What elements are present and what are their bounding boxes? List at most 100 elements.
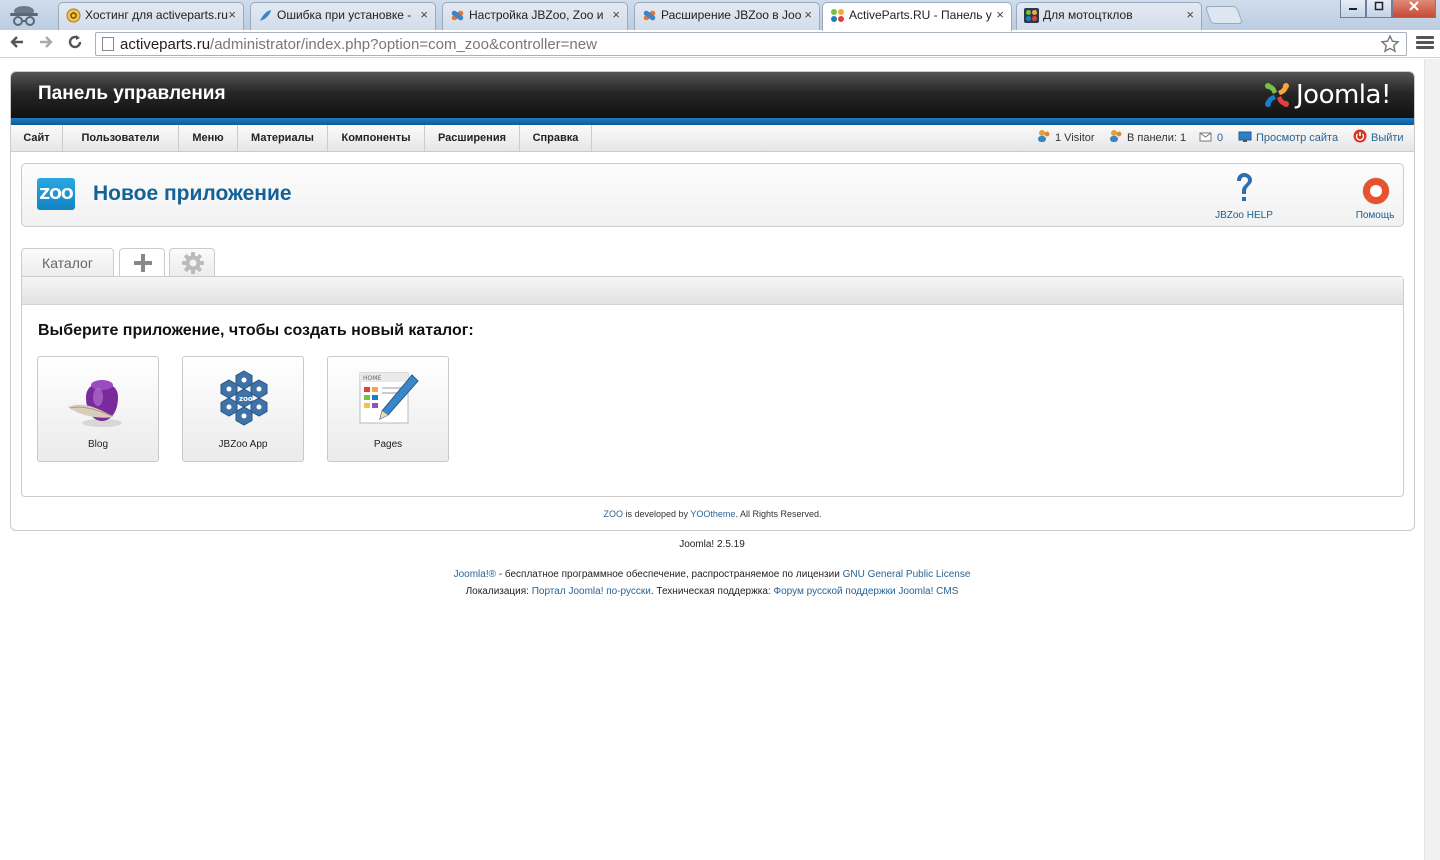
zoo-logo: ZOO: [37, 178, 75, 210]
question-mark-icon: [1237, 173, 1252, 201]
maximize-icon: [1374, 1, 1384, 11]
browser-tab[interactable]: Хостинг для activeparts.ru ×: [58, 2, 244, 30]
menu-item-content[interactable]: Материалы: [238, 125, 328, 151]
forum-link[interactable]: Форум русской поддержки Joomla! CMS: [774, 586, 959, 597]
zoo-link[interactable]: ZOO: [604, 509, 624, 519]
close-icon[interactable]: ×: [420, 3, 428, 27]
in-panel-count: В панели: 1: [1127, 132, 1187, 144]
reload-button[interactable]: [64, 33, 86, 55]
close-icon[interactable]: ×: [1186, 3, 1194, 27]
portal-link[interactable]: Портал Joomla! по-русски: [532, 586, 651, 597]
page-scrollbar[interactable]: [1424, 59, 1440, 860]
yootheme-link[interactable]: YOOtheme: [690, 509, 735, 519]
menu-item-components[interactable]: Компоненты: [328, 125, 425, 151]
app-card-blog[interactable]: Blog: [37, 356, 159, 462]
app-selection-heading: Выберите приложение, чтобы создать новый…: [38, 322, 474, 339]
minimize-button[interactable]: [1340, 0, 1366, 18]
url-text: activeparts.ru/administrator/index.php?o…: [120, 36, 597, 53]
app-card-pages[interactable]: HOME Pages: [327, 356, 449, 462]
browser-tab-title: Ошибка при установке -: [277, 8, 412, 22]
tab-settings[interactable]: [169, 248, 215, 276]
close-icon[interactable]: ×: [996, 3, 1004, 27]
menu-item-users[interactable]: Пользователи: [63, 125, 179, 151]
localization-label: Локализация:: [465, 586, 532, 597]
joomla-link[interactable]: Joomla!®: [454, 569, 496, 580]
menu-item-help[interactable]: Справка: [520, 125, 592, 151]
hexagon-cluster-icon: zoo: [220, 370, 268, 426]
close-icon[interactable]: ×: [228, 3, 236, 27]
zoo-credit: ZOO is developed by YOOtheme. All Rights…: [11, 509, 1414, 519]
lifebuoy-icon: [1362, 177, 1390, 205]
tab-add-application[interactable]: [119, 248, 165, 277]
browser-tab[interactable]: Расширение JBZoo в Joo ×: [634, 2, 820, 30]
browser-menu-icon[interactable]: [1416, 34, 1434, 52]
forward-button[interactable]: [35, 33, 57, 55]
feather-icon: [260, 10, 271, 21]
panel-header-bar: [22, 277, 1403, 305]
logout-label: Выйти: [1371, 132, 1404, 144]
license-text: - бесплатное программное обеспечение, ра…: [495, 569, 843, 580]
admin-panel: Панель управления Joomla! Сайт Пользоват…: [10, 71, 1415, 531]
status-visitors: 1 Visitor: [1037, 125, 1095, 151]
browser-tab-title: ActiveParts.RU - Панель у: [849, 8, 992, 22]
menu-item-extensions[interactable]: Расширения: [425, 125, 520, 151]
browser-tab[interactable]: Для мотоцтклов ×: [1016, 2, 1202, 30]
app-selection-panel: Выберите приложение, чтобы создать новый…: [21, 276, 1404, 497]
view-site-label: Просмотр сайта: [1256, 132, 1339, 144]
jbzoo-help-button[interactable]: JBZoo HELP: [1209, 170, 1279, 222]
star-icon[interactable]: [1380, 33, 1400, 55]
joomla-logo-text: Joomla!: [1296, 80, 1391, 110]
browser-toolbar: activeparts.ru/administrator/index.php?o…: [0, 30, 1440, 58]
toolbar-box: ZOO Новое приложение JBZoo HELP Помощь: [21, 163, 1404, 227]
menu-item-menus[interactable]: Меню: [179, 125, 238, 151]
admin-title: Панель управления: [38, 83, 226, 104]
at-sign-icon: [66, 8, 81, 23]
help-button[interactable]: Помощь: [1340, 170, 1410, 222]
joomla-version: Joomla! 2.5.19: [679, 539, 745, 550]
joomla-icon: [1024, 8, 1039, 23]
messages-count: 0: [1217, 132, 1224, 144]
gear-icon: [182, 252, 204, 274]
browser-tab-title: Хостинг для activeparts.ru: [85, 8, 228, 22]
zoo-credit-text: is developed by: [623, 509, 691, 519]
license-line: Joomla!® - бесплатное программное обеспе…: [0, 569, 1424, 580]
jbzoo-icon: [451, 10, 464, 21]
browser-tab[interactable]: Ошибка при установке - ×: [250, 2, 436, 30]
browser-tab[interactable]: Настройка JBZoo, Zoo и ×: [442, 2, 628, 30]
joomla-logo[interactable]: Joomla!: [1262, 80, 1404, 110]
jbzoo-help-label: JBZoo HELP: [1215, 210, 1273, 221]
status-in-panel: В панели: 1: [1109, 125, 1186, 151]
plus-icon: [134, 254, 152, 272]
browser-tab-title: Расширение JBZoo в Joo: [661, 8, 802, 22]
help-label: Помощь: [1355, 210, 1395, 221]
back-button[interactable]: [6, 33, 28, 55]
status-messages[interactable]: 0: [1199, 125, 1223, 151]
maximize-button[interactable]: [1366, 0, 1392, 18]
jbzoo-icon: [643, 10, 656, 21]
visitors-count: 1 Visitor: [1055, 132, 1095, 144]
logout-link[interactable]: Выйти: [1353, 125, 1404, 151]
tab-catalog[interactable]: Каталог: [21, 248, 114, 276]
reload-icon: [68, 35, 82, 49]
menu-item-site[interactable]: Сайт: [11, 125, 63, 151]
new-tab-button[interactable]: [1204, 6, 1244, 24]
view-site-link[interactable]: Просмотр сайта: [1238, 125, 1338, 151]
close-icon[interactable]: ×: [612, 3, 620, 27]
address-bar[interactable]: activeparts.ru/administrator/index.php?o…: [95, 32, 1407, 56]
app-card-jbzoo[interactable]: zoo JBZoo App: [182, 356, 304, 462]
ink-quill-icon: [68, 380, 122, 427]
url-path: /administrator/index.php?option=com_zoo&…: [210, 36, 597, 53]
localization-line: Локализация: Портал Joomla! по-русски. Т…: [0, 586, 1424, 597]
joomla-icon: [831, 9, 844, 22]
back-arrow-icon: [10, 36, 23, 48]
app-name: JBZoo App: [218, 439, 268, 450]
page-label: HOME: [363, 375, 381, 382]
close-icon[interactable]: ×: [804, 3, 812, 27]
forward-arrow-icon: [40, 36, 53, 48]
window-close-button[interactable]: [1392, 0, 1436, 18]
users-icon: [1038, 130, 1050, 142]
browser-tab-title: Для мотоцтклов: [1043, 8, 1133, 22]
gpl-link[interactable]: GNU General Public License: [843, 569, 971, 580]
close-icon: [1409, 1, 1419, 11]
browser-tab-active[interactable]: ActiveParts.RU - Панель у ×: [822, 2, 1012, 31]
